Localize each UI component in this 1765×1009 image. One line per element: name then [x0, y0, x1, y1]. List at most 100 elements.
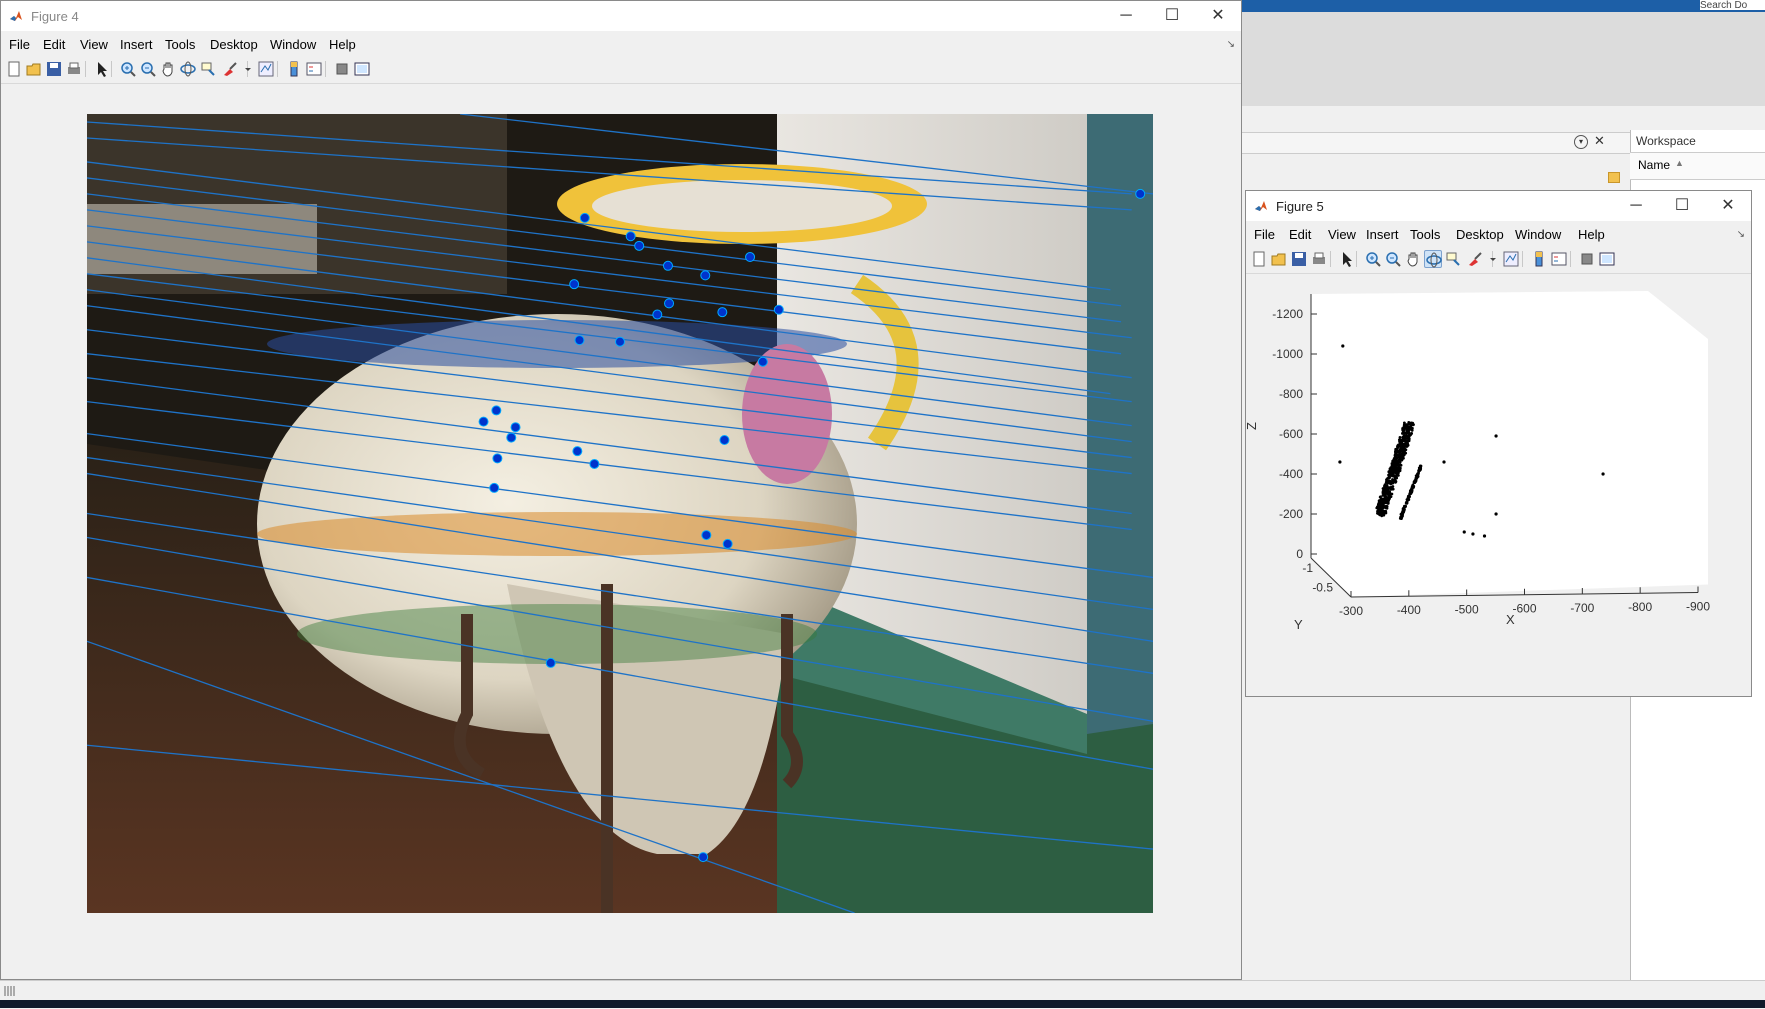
figure-5-titlebar[interactable]: Figure 5 ─ ☐ ✕	[1246, 191, 1751, 221]
new-figure-icon[interactable]	[1250, 250, 1268, 268]
open-file-icon[interactable]	[25, 60, 43, 78]
feature-point	[1135, 188, 1146, 199]
scatter-point	[1387, 481, 1391, 485]
axes-background	[1311, 291, 1708, 597]
menu-edit[interactable]: Edit	[1289, 227, 1311, 242]
zoom-out-icon[interactable]	[139, 60, 157, 78]
data-cursor-icon[interactable]	[199, 60, 217, 78]
scatter-point	[1390, 492, 1394, 496]
pan-icon[interactable]	[159, 60, 177, 78]
legend-icon[interactable]	[1550, 250, 1568, 268]
rotate-3d-icon[interactable]	[1424, 250, 1442, 268]
save-icon[interactable]	[45, 60, 63, 78]
z-tick-label: -1000	[1272, 347, 1303, 361]
figure-4-menubar: File Edit View Insert Tools Desktop Wind…	[1, 33, 1241, 55]
scatter-point	[1400, 458, 1404, 462]
scatter-point	[1392, 458, 1396, 462]
y-axis-label: Y	[1294, 617, 1303, 632]
z-tick-label: -200	[1279, 507, 1303, 521]
desktop-toolstrip-tabs	[1240, 0, 1765, 12]
workspace-name-column[interactable]: Name	[1638, 158, 1670, 172]
new-figure-icon[interactable]	[5, 60, 23, 78]
hide-plot-tools-icon[interactable]	[1578, 250, 1596, 268]
maximize-icon[interactable]: ☐	[1659, 191, 1705, 221]
show-plot-tools-icon[interactable]	[353, 60, 371, 78]
edit-plot-icon[interactable]	[1338, 250, 1356, 268]
x-tick-label: -500	[1455, 602, 1479, 616]
zoom-in-icon[interactable]	[1364, 250, 1382, 268]
menu-edit[interactable]: Edit	[43, 37, 65, 52]
legend-icon[interactable]	[305, 60, 323, 78]
colorbar-icon[interactable]	[285, 60, 303, 78]
menu-tools[interactable]: Tools	[165, 37, 195, 52]
show-plot-tools-icon[interactable]	[1598, 250, 1616, 268]
hide-plot-tools-icon[interactable]	[333, 60, 351, 78]
scatter-point	[1408, 490, 1412, 494]
zoom-out-icon[interactable]	[1384, 250, 1402, 268]
figure-4-window[interactable]: Figure 4 ─ ☐ ✕ File Edit View Insert Too…	[0, 0, 1242, 980]
scatter-point	[1414, 479, 1418, 482]
edit-plot-icon[interactable]	[93, 60, 111, 78]
scatter3-axes[interactable]: 0 -200 -400 -600 -800 -1000 -1200 Z -1 -0.5 Y -300 -…	[1246, 274, 1749, 694]
feature-point	[722, 538, 733, 549]
menu-insert[interactable]: Insert	[120, 37, 153, 52]
menu-insert[interactable]: Insert	[1366, 227, 1399, 242]
dock-figure-icon[interactable]: ↘	[1737, 229, 1745, 240]
panel-close-icon[interactable]: ✕	[1594, 133, 1605, 149]
search-documentation-field[interactable]: Search Do	[1700, 0, 1765, 10]
maximize-icon[interactable]: ☐	[1149, 1, 1195, 31]
photo-green-band	[297, 604, 817, 664]
save-icon[interactable]	[1290, 250, 1308, 268]
menu-desktop[interactable]: Desktop	[1456, 227, 1504, 242]
menu-view[interactable]: View	[80, 37, 108, 52]
panel-menu-icon[interactable]: ▾	[1574, 135, 1588, 149]
rotate-3d-icon[interactable]	[179, 60, 197, 78]
scatter-point	[1403, 447, 1407, 451]
colorbar-icon[interactable]	[1530, 250, 1548, 268]
zoom-in-icon[interactable]	[119, 60, 137, 78]
brush-icon[interactable]	[1466, 250, 1484, 268]
menu-desktop[interactable]: Desktop	[210, 37, 258, 52]
data-cursor-icon[interactable]	[1444, 250, 1462, 268]
print-icon[interactable]	[1310, 250, 1328, 268]
menu-view[interactable]: View	[1328, 227, 1356, 242]
pan-icon[interactable]	[1404, 250, 1422, 268]
menu-help[interactable]: Help	[1578, 227, 1605, 242]
feature-point	[662, 260, 673, 271]
link-plot-icon[interactable]	[1502, 250, 1520, 268]
menu-window[interactable]: Window	[270, 37, 316, 52]
print-icon[interactable]	[65, 60, 83, 78]
link-plot-icon[interactable]	[257, 60, 275, 78]
toolbar-separator	[1570, 251, 1571, 267]
z-tick-label: -600	[1279, 427, 1303, 441]
menu-help[interactable]: Help	[329, 37, 356, 52]
feature-point	[634, 240, 645, 251]
menu-file[interactable]: File	[1254, 227, 1275, 242]
scatter-point	[1388, 496, 1392, 500]
figure-4-titlebar[interactable]: Figure 4 ─ ☐ ✕	[1, 1, 1241, 31]
scatter-point	[1386, 501, 1390, 505]
brush-dropdown-icon[interactable]	[1484, 250, 1496, 268]
scatter-point	[1386, 499, 1390, 502]
x-axis-label: X	[1506, 612, 1515, 627]
open-file-icon[interactable]	[1270, 250, 1288, 268]
menu-window[interactable]: Window	[1515, 227, 1561, 242]
scatter-outlier	[1471, 532, 1475, 536]
scatter-point	[1402, 506, 1406, 510]
x-tick-label: -300	[1339, 604, 1363, 618]
close-icon[interactable]: ✕	[1195, 1, 1241, 31]
dock-figure-icon[interactable]: ↘	[1227, 39, 1235, 50]
feature-point	[664, 298, 675, 309]
scatter-point	[1383, 492, 1387, 496]
brush-dropdown-icon[interactable]	[239, 60, 251, 78]
menu-tools[interactable]: Tools	[1410, 227, 1440, 242]
minimize-icon[interactable]: ─	[1103, 1, 1149, 31]
epipolar-image-axes[interactable]	[87, 114, 1153, 913]
scatter-point	[1410, 485, 1414, 488]
brush-icon[interactable]	[221, 60, 239, 78]
minimize-icon[interactable]: ─	[1613, 191, 1659, 221]
close-icon[interactable]: ✕	[1705, 191, 1751, 221]
figure-5-window[interactable]: Figure 5 ─ ☐ ✕ File Edit View Insert Too…	[1245, 190, 1752, 697]
scatter-point	[1405, 428, 1409, 432]
menu-file[interactable]: File	[9, 37, 30, 52]
